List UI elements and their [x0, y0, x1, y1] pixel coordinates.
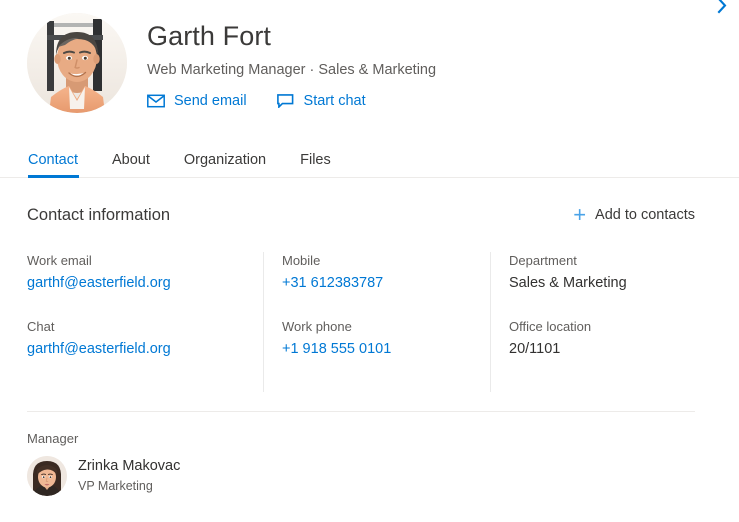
tab-about[interactable]: About [95, 143, 167, 177]
field-label: Work email [27, 253, 92, 268]
field-label: Chat [27, 319, 55, 334]
field-office-location: Office location 20/1101 [509, 318, 695, 359]
tab-organization[interactable]: Organization [167, 143, 283, 177]
tab-bar: Contact About Organization Files [0, 143, 739, 178]
manager-label: Manager [27, 431, 79, 446]
tab-about-label: About [111, 152, 150, 168]
field-department: Department Sales & Marketing [509, 252, 695, 293]
field-label: Office location [509, 319, 592, 334]
tab-contact-label: Contact [28, 152, 78, 168]
persona-subtitle: Web Marketing Manager · Sales & Marketin… [147, 62, 437, 78]
avatar[interactable] [27, 13, 127, 113]
field-work-phone: Work phone +1 918 555 0101 [282, 318, 490, 359]
add-to-contacts-label: Add to contacts [595, 207, 695, 223]
start-chat-button[interactable]: Start chat [276, 92, 366, 110]
plus-icon: + [573, 202, 587, 227]
field-value[interactable]: +1 918 555 0101 [282, 339, 490, 359]
add-to-contacts-button[interactable]: + Add to contacts [573, 202, 695, 227]
field-value: Sales & Marketing [509, 275, 627, 291]
field-work-email: Work email garthf@easterfield.org [27, 252, 243, 293]
field-chat: Chat garthf@easterfield.org [27, 318, 243, 359]
start-chat-label: Start chat [303, 93, 366, 109]
tab-files-label: Files [300, 152, 331, 168]
field-value[interactable]: +31 612383787 [282, 273, 490, 293]
manager-role: VP Marketing [78, 479, 153, 493]
persona-details: Garth Fort Web Marketing Manager · Sales… [147, 18, 707, 110]
mail-icon [147, 94, 165, 108]
tab-organization-label: Organization [183, 152, 267, 168]
field-value[interactable]: garthf@easterfield.org [27, 273, 243, 293]
contact-info-columns: Work email garthf@easterfield.org Chat g… [27, 252, 695, 392]
contact-column-1: Work email garthf@easterfield.org Chat g… [27, 252, 263, 392]
section-title: Contact information [27, 206, 171, 224]
contact-column-3: Department Sales & Marketing Office loca… [490, 252, 695, 392]
persona-header: Garth Fort Web Marketing Manager · Sales… [0, 0, 739, 140]
field-label: Department [509, 253, 577, 268]
avatar[interactable] [27, 456, 67, 496]
field-value[interactable]: garthf@easterfield.org [27, 339, 243, 359]
manager-person-text: Zrinka Makovac VP Marketing [78, 457, 180, 495]
field-mobile: Mobile +31 612383787 [282, 252, 490, 293]
section-divider [27, 411, 695, 412]
tab-files[interactable]: Files [283, 143, 348, 177]
field-label: Work phone [282, 319, 352, 334]
field-label: Mobile [282, 253, 321, 268]
field-value: 20/1101 [509, 341, 561, 357]
send-email-button[interactable]: Send email [147, 92, 247, 110]
manager-person[interactable]: Zrinka Makovac VP Marketing [27, 456, 180, 496]
send-email-label: Send email [174, 93, 247, 109]
tab-contact[interactable]: Contact [27, 143, 95, 178]
persona-actions: Send email Start chat [147, 92, 707, 110]
chat-icon [276, 94, 295, 108]
page-title: Garth Fort [147, 21, 272, 51]
manager-name: Zrinka Makovac [78, 458, 181, 474]
contact-column-2: Mobile +31 612383787 Work phone +1 918 5… [263, 252, 490, 392]
